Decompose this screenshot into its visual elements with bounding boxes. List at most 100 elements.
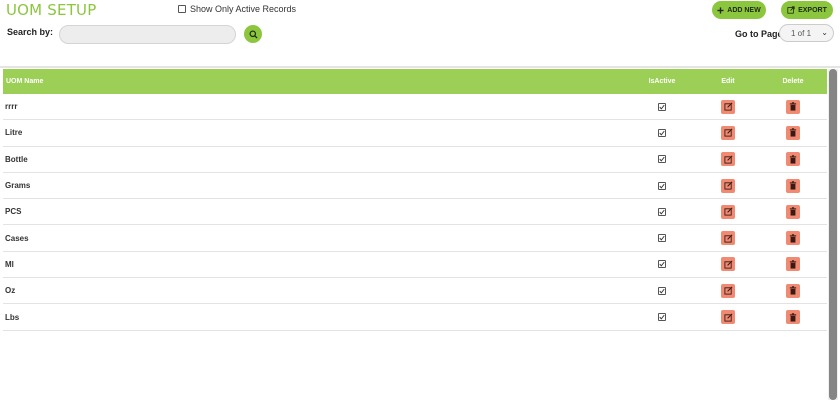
edit-button[interactable] [721, 178, 735, 193]
delete-button[interactable] [786, 310, 800, 325]
active-records-checkbox[interactable] [178, 5, 186, 13]
table-header: UOM Name IsActive Edit Delete [3, 69, 827, 94]
table-row[interactable]: Bottle [3, 147, 827, 173]
table-row[interactable]: PCS [3, 199, 827, 226]
edit-icon [723, 286, 732, 295]
delete-button[interactable] [786, 283, 800, 298]
delete-cell [759, 310, 827, 325]
isactive-cell [627, 313, 697, 322]
delete-cell [759, 125, 827, 140]
uom-name-cell: Ml [5, 259, 14, 269]
uom-name-cell: Grams [5, 181, 31, 191]
check-icon [659, 183, 665, 189]
column-header-uom-name[interactable]: UOM Name [3, 78, 627, 85]
isactive-cell [627, 102, 697, 111]
isactive-cell [627, 234, 697, 243]
isactive-checkbox[interactable] [658, 286, 666, 295]
page-select-value: 1 of 1 [791, 28, 812, 38]
delete-button[interactable] [786, 204, 800, 219]
isactive-cell [627, 260, 697, 269]
check-icon [659, 314, 665, 320]
toolbar: UOM SETUP Show Only Active Records Searc… [0, 0, 840, 66]
edit-button[interactable] [721, 283, 735, 298]
check-icon [659, 104, 665, 110]
uom-name-cell: Bottle [5, 154, 28, 164]
edit-button[interactable] [721, 257, 735, 272]
delete-button[interactable] [786, 99, 800, 114]
table-row[interactable]: Ml [3, 252, 827, 279]
add-new-button[interactable]: ADD NEW [712, 1, 766, 19]
edit-icon [723, 155, 732, 164]
plus-icon [717, 6, 724, 14]
check-icon [659, 235, 665, 241]
delete-cell [759, 283, 827, 298]
table-row[interactable]: Grams [3, 173, 827, 200]
isactive-checkbox[interactable] [658, 313, 666, 322]
table-body: rrrr Litre Bottle Grams PCS Cases Ml Oz Lbs [3, 94, 827, 331]
trash-icon [789, 312, 797, 322]
goto-page-label: Go to Page [735, 29, 783, 39]
trash-icon [789, 128, 797, 137]
trash-icon [789, 102, 797, 111]
table-row[interactable]: Lbs [3, 304, 827, 331]
edit-icon [723, 260, 732, 269]
delete-button[interactable] [786, 231, 800, 246]
chevron-down-icon: ⌄ [821, 28, 828, 37]
trash-icon [789, 286, 797, 295]
column-header-delete: Delete [782, 78, 804, 85]
export-label: EXPORT [798, 6, 827, 14]
column-header-isactive[interactable]: IsActive [627, 78, 697, 85]
edit-button[interactable] [721, 125, 735, 140]
isactive-checkbox[interactable] [658, 234, 666, 243]
search-icon [248, 29, 258, 39]
active-records-filter[interactable]: Show Only Active Records [178, 4, 296, 14]
isactive-checkbox[interactable] [658, 102, 666, 111]
edit-button[interactable] [721, 99, 735, 114]
edit-button[interactable] [721, 204, 735, 219]
edit-cell [697, 99, 759, 114]
isactive-checkbox[interactable] [658, 155, 666, 164]
page-select[interactable]: 1 of 1 ⌄ [779, 24, 834, 42]
check-icon [659, 288, 665, 294]
page-title: UOM SETUP [6, 1, 97, 19]
edit-icon [723, 128, 732, 137]
trash-icon [789, 181, 797, 190]
table-row[interactable]: Cases [3, 225, 827, 252]
edit-button[interactable] [721, 310, 735, 325]
search-button[interactable] [244, 25, 262, 43]
edit-cell [697, 178, 759, 193]
delete-cell [759, 178, 827, 193]
check-icon [659, 209, 665, 215]
export-icon [787, 6, 795, 14]
search-input[interactable] [59, 25, 236, 44]
uom-table: UOM Name IsActive Edit Delete rrrr Litre B… [3, 69, 827, 400]
edit-cell [697, 125, 759, 140]
active-records-label: Show Only Active Records [190, 4, 297, 14]
table-row[interactable]: Oz [3, 278, 827, 305]
edit-icon [723, 102, 732, 111]
edit-icon [723, 181, 732, 190]
edit-cell [697, 257, 759, 272]
isactive-cell [627, 207, 697, 216]
table-row[interactable]: Litre [3, 120, 827, 147]
scrollbar-thumb[interactable] [829, 69, 837, 400]
isactive-checkbox[interactable] [658, 128, 666, 137]
edit-button[interactable] [721, 231, 735, 246]
delete-button[interactable] [786, 125, 800, 140]
table-row[interactable]: rrrr [3, 94, 827, 121]
isactive-checkbox[interactable] [658, 207, 666, 216]
edit-button[interactable] [721, 152, 735, 167]
delete-button[interactable] [786, 178, 800, 193]
trash-icon [789, 155, 797, 164]
export-button[interactable]: EXPORT [781, 1, 833, 19]
delete-button[interactable] [786, 152, 800, 167]
edit-icon [723, 207, 732, 216]
isactive-cell [627, 155, 697, 164]
delete-cell [759, 99, 827, 114]
isactive-checkbox[interactable] [658, 260, 666, 269]
delete-cell [759, 231, 827, 246]
edit-cell [697, 310, 759, 325]
isactive-checkbox[interactable] [658, 181, 666, 190]
delete-button[interactable] [786, 257, 800, 272]
column-header-edit: Edit [721, 78, 735, 85]
